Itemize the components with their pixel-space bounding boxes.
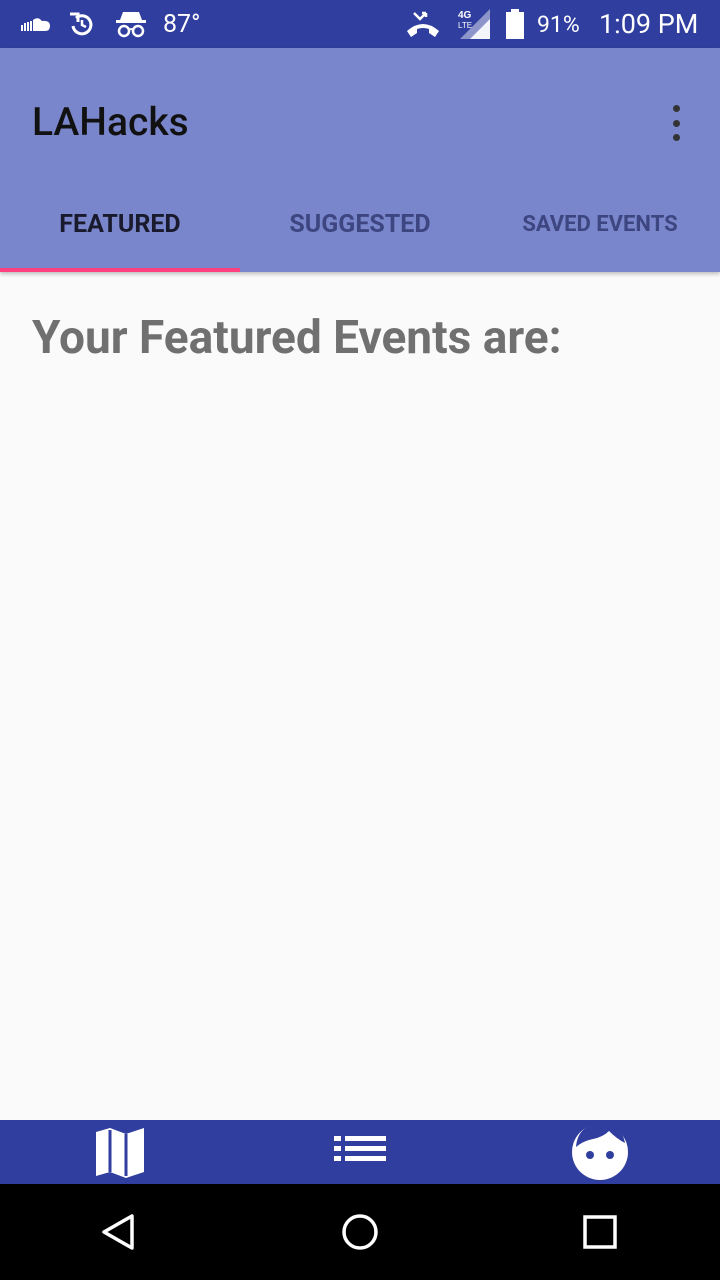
back-button[interactable]: [0, 1184, 240, 1280]
list-icon: [334, 1136, 386, 1161]
more-vert-icon[interactable]: [660, 103, 692, 143]
home-icon: [342, 1214, 378, 1250]
tab-indicator: [0, 268, 240, 272]
missed-call-icon: [404, 0, 442, 48]
status-bar: 87° 4G LTE 91% 1:09 PM: [0, 0, 720, 48]
recents-icon: [583, 1215, 617, 1249]
bottom-navigation: [0, 1120, 720, 1184]
face-icon: [572, 1123, 628, 1180]
home-button[interactable]: [240, 1184, 480, 1280]
bottom-nav-list[interactable]: [240, 1120, 480, 1184]
app-bar: LAHacks FEATURED SUGGESTED SAVED EVENTS: [0, 48, 720, 272]
app-title: LAHacks: [32, 99, 189, 145]
temperature-text: 87°: [163, 9, 201, 39]
tab-suggested[interactable]: SUGGESTED: [240, 176, 480, 272]
tab-label: SAVED EVENTS: [522, 211, 678, 237]
battery-icon: [506, 0, 524, 48]
back-icon: [102, 1214, 134, 1250]
soundcloud-icon: [20, 0, 52, 48]
page-heading: Your Featured Events are:: [32, 311, 562, 365]
system-navigation-bar: [0, 1184, 720, 1280]
tab-label: SUGGESTED: [289, 209, 431, 239]
tab-featured[interactable]: FEATURED: [0, 176, 240, 272]
svg-text:4G: 4G: [458, 10, 472, 21]
bottom-nav-map[interactable]: [0, 1120, 240, 1184]
recents-button[interactable]: [480, 1184, 720, 1280]
svg-text:LTE: LTE: [458, 21, 472, 30]
incognito-icon: [114, 0, 148, 48]
map-icon: [96, 1128, 144, 1178]
clock: 1:09 PM: [599, 8, 699, 40]
tab-saved-events[interactable]: SAVED EVENTS: [480, 176, 720, 272]
tab-label: FEATURED: [59, 209, 181, 239]
tab-bar: FEATURED SUGGESTED SAVED EVENTS: [0, 176, 720, 272]
signal-icon: 4G LTE: [456, 0, 492, 48]
bottom-nav-profile[interactable]: [480, 1120, 720, 1184]
battery-percent: 91%: [537, 10, 580, 38]
sync-icon: [68, 0, 96, 48]
